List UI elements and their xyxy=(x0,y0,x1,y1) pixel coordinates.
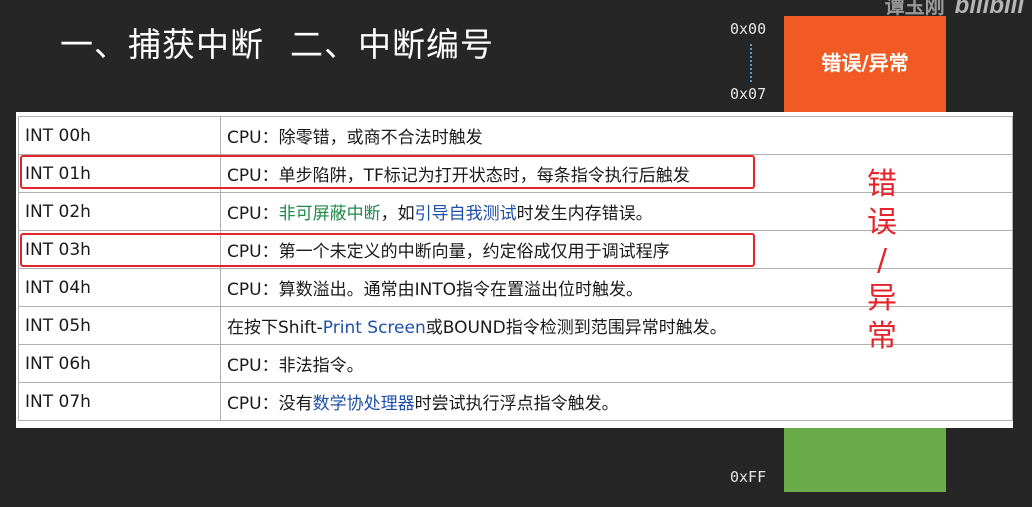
interrupt-code-cell: INT 06h xyxy=(18,344,221,383)
description-text: CPU：没有 xyxy=(227,394,313,414)
error-exception-block: 错误/异常 xyxy=(784,16,946,112)
interrupt-description-cell: CPU：没有数学协处理器时尝试执行浮点指令触发。 xyxy=(220,382,1013,421)
annotation-char: 异 xyxy=(867,281,897,316)
title-part-interrupt-number: 二、中断编号 xyxy=(290,25,494,64)
interrupt-code-cell: INT 02h xyxy=(18,192,221,231)
error-exception-label: 错误/异常 xyxy=(821,50,909,75)
title-part-capture-interrupt: 一、捕获中断 xyxy=(60,25,264,64)
interrupt-code-cell: INT 00h xyxy=(18,116,221,155)
annotation-char: 误 xyxy=(867,205,897,240)
description-text: CPU：非法指令。 xyxy=(227,356,364,376)
highlight-int-03h xyxy=(20,233,755,267)
annotation-char: 错 xyxy=(867,167,897,202)
interrupt-code-cell: INT 04h xyxy=(18,268,221,307)
linked-term: 非可屏蔽中断 xyxy=(278,204,381,224)
slide-title: 一、捕获中断 二、中断编号 xyxy=(60,18,494,66)
interrupt-description-cell: CPU：除零错，或商不合法时触发 xyxy=(220,116,1013,155)
address-start-label: 0x00 xyxy=(730,20,767,38)
error-exception-annotation: 错 误 / 异 常 xyxy=(858,166,906,356)
description-text: ，如 xyxy=(380,204,415,224)
address-end-label: 0xFF xyxy=(730,468,767,486)
linked-term: 引导自我测试 xyxy=(414,204,517,224)
annotation-char: 常 xyxy=(867,319,897,354)
user-interrupt-block xyxy=(784,420,946,492)
linked-term: 数学协处理器 xyxy=(312,394,415,414)
description-text: CPU：除零错，或商不合法时触发 xyxy=(227,128,483,148)
address-first-end-label: 0x07 xyxy=(730,85,767,103)
description-text: CPU：算数溢出。通常由INTO指令在置溢出位时触发。 xyxy=(227,280,644,300)
description-text: 时发生内存错误。 xyxy=(516,204,653,224)
linked-term: Print Screen xyxy=(322,318,426,338)
interrupt-code-cell: INT 05h xyxy=(18,306,221,345)
description-text: 或BOUND指令检测到范围异常时触发。 xyxy=(425,318,727,338)
highlight-int-01h xyxy=(20,155,755,189)
annotation-char: / xyxy=(876,243,888,278)
description-text: 在按下Shift- xyxy=(227,318,323,338)
table-row: INT 00h CPU：除零错，或商不合法时触发 xyxy=(18,116,1013,155)
address-range-dots xyxy=(750,44,754,82)
bilibili-logo: bilibili xyxy=(954,0,1024,19)
description-text: CPU： xyxy=(227,204,279,224)
description-text: 时尝试执行浮点指令触发。 xyxy=(414,394,619,414)
interrupt-code-cell: INT 07h xyxy=(18,382,221,421)
table-row: INT 07h CPU：没有数学协处理器时尝试执行浮点指令触发。 xyxy=(18,382,1013,421)
